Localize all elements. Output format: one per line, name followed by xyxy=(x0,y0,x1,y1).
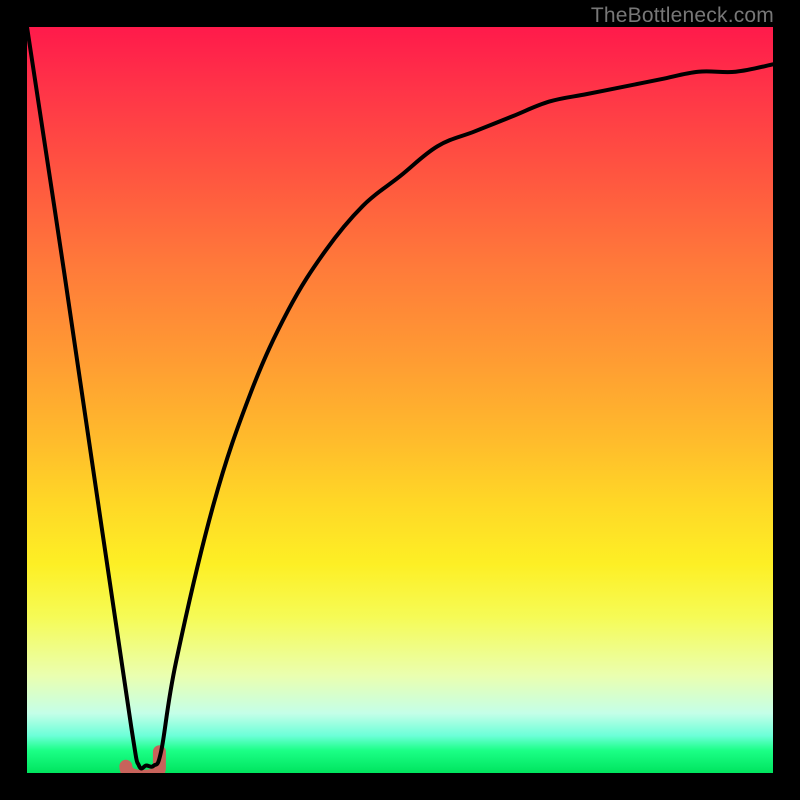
watermark-text: TheBottleneck.com xyxy=(591,4,774,28)
curve-layer xyxy=(27,27,773,773)
plot-area xyxy=(27,27,773,773)
marker-j-hook xyxy=(126,752,160,773)
chart-frame: TheBottleneck.com xyxy=(0,0,800,800)
bottleneck-curve xyxy=(27,27,773,769)
